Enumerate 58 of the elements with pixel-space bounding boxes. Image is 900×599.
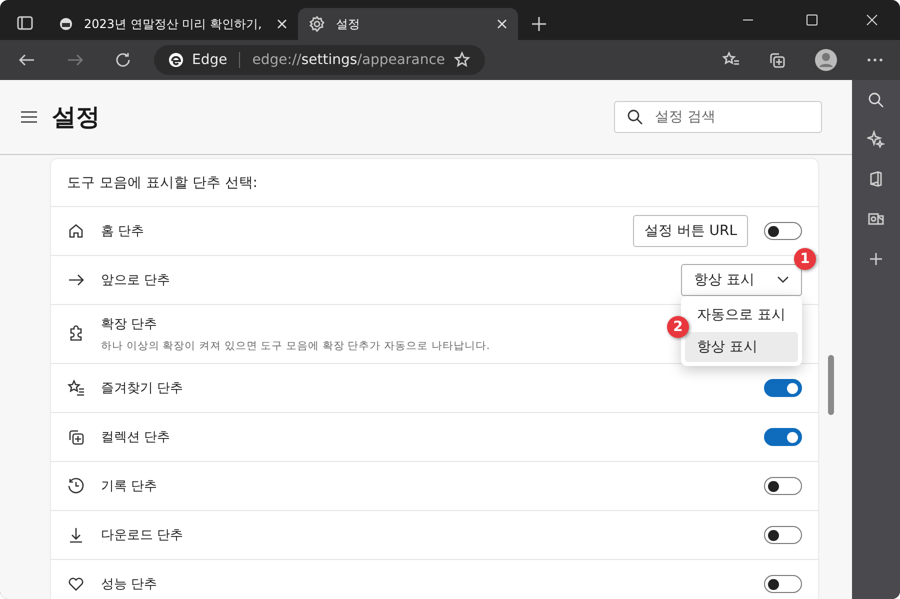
toggle-switch[interactable] (764, 222, 802, 240)
tab-title: 2023년 연말정산 미리 확인하기, (84, 16, 263, 32)
download-icon (67, 526, 85, 544)
search-input[interactable]: 설정 검색 (653, 108, 797, 126)
setting-label: 컬렉션 단추 (101, 429, 170, 446)
toggle-switch[interactable] (764, 379, 802, 397)
address-bar[interactable]: Edge edge://settings/appearance (154, 45, 486, 75)
dropdown-select[interactable]: 항상 표시 (681, 264, 802, 296)
add-icon[interactable] (867, 250, 885, 268)
add-favorite-icon[interactable] (453, 51, 472, 69)
maximize-icon[interactable] (806, 14, 818, 26)
toggle-switch[interactable] (764, 575, 802, 593)
collections-icon (67, 428, 85, 446)
setting-label: 홈 단추 (101, 223, 144, 240)
setting-label: 확장 단추 (101, 316, 158, 333)
chevron-down-icon (777, 276, 789, 284)
url-text: edge://settings/appearance (252, 52, 446, 68)
callout-marker: 2 (667, 316, 689, 338)
close-icon[interactable] (276, 18, 288, 30)
set-url-button[interactable]: 설정 버튼 URL (633, 215, 748, 247)
browser-tab[interactable]: 설정 (298, 8, 518, 40)
tab-title: 설정 (336, 16, 361, 32)
toggle-switch[interactable] (764, 477, 802, 495)
setting-label: 다운로드 단추 (101, 527, 184, 544)
site-label: Edge (192, 52, 228, 68)
browser-tab[interactable]: 2023년 연말정산 미리 확인하기, (48, 8, 298, 40)
setting-description: 하나 이상의 확장이 켜져 있으면 도구 모음에 확장 단추가 자동으로 나타납니다. (101, 339, 490, 353)
profile-avatar-icon[interactable] (814, 48, 838, 72)
star-list-icon (67, 379, 85, 397)
tab-actions-icon[interactable] (16, 14, 34, 32)
callout-marker: 1 (794, 248, 816, 270)
heart-icon (67, 575, 85, 593)
sparkle-icon[interactable] (867, 130, 885, 148)
home-icon (67, 222, 85, 240)
search-icon[interactable] (868, 92, 884, 108)
settings-icon (308, 15, 326, 33)
collections-icon[interactable] (768, 51, 786, 69)
setting-label: 성능 단추 (101, 576, 158, 593)
new-tab-icon[interactable] (530, 15, 548, 33)
page-favicon-icon (58, 16, 74, 32)
close-icon[interactable] (866, 14, 878, 26)
scrollbar-thumb[interactable] (828, 355, 834, 415)
dropdown-option[interactable]: 항상 표시 (685, 332, 798, 362)
section-title: 도구 모음에 표시할 단추 선택: (51, 159, 818, 207)
history-icon (67, 477, 85, 495)
close-icon[interactable] (496, 18, 508, 30)
search-field[interactable]: 설정 검색 (614, 101, 822, 133)
refresh-icon[interactable] (114, 51, 132, 69)
edge-logo-icon (168, 52, 184, 68)
setting-label: 기록 단추 (101, 478, 158, 495)
page-title: 설정 (52, 102, 101, 133)
setting-label: 앞으로 단추 (101, 272, 170, 289)
search-icon (627, 109, 643, 125)
menu-icon[interactable] (20, 110, 38, 124)
toggle-switch[interactable] (764, 526, 802, 544)
toggle-switch[interactable] (764, 428, 802, 446)
setting-label: 즐겨찾기 단추 (101, 380, 184, 397)
more-icon[interactable] (866, 57, 884, 63)
